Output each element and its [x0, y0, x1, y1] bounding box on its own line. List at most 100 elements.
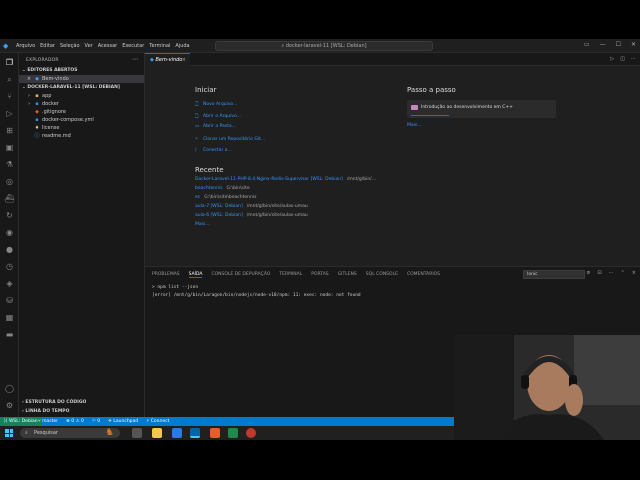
recent-item[interactable]: Docker-Laravel-11-PHP-8.4-Nginx-Redis-Su…	[195, 177, 376, 182]
close-panel-icon[interactable]: ×	[632, 270, 636, 276]
recent-item[interactable]: aula-7 [WSL: Debian]/mnt/g/bin/site/aula…	[195, 204, 308, 209]
menu-bar: Arquivo Editar Seleção Ver Acessar Execu…	[16, 43, 190, 49]
status-branch[interactable]: ⑂ master	[38, 417, 58, 426]
obs-app-icon[interactable]	[228, 428, 238, 438]
split-editor-icon[interactable]: ◫	[620, 56, 625, 62]
tab-terminal[interactable]: TERMINAL	[279, 272, 302, 278]
docker-icon[interactable]: ⛴	[4, 193, 15, 204]
command-center-search[interactable]: ⌕ docker-laravel-11 [WSL: Debian]	[215, 41, 433, 51]
status-launchpad[interactable]: ✈ Launchpad	[108, 417, 138, 426]
lock-icon[interactable]: ⊡	[597, 270, 601, 276]
maximize-icon[interactable]: ☐	[616, 41, 621, 48]
walkthrough-more-link[interactable]: Mais...	[407, 123, 422, 128]
more-actions-icon[interactable]: ⋯	[132, 56, 138, 63]
run-debug-icon[interactable]: ▷	[4, 108, 15, 119]
table-icon[interactable]: ▦	[4, 312, 15, 323]
panel-icon[interactable]: ▬	[4, 329, 15, 340]
menu-ver[interactable]: Ver	[85, 43, 93, 49]
remote-explorer-icon[interactable]: ▣	[4, 142, 15, 153]
open-folder-label: Abrir a Pasta...	[203, 124, 236, 129]
vscode-taskbar-icon[interactable]	[190, 428, 200, 438]
tab-welcome[interactable]: ◆ Bem-vindo ×	[145, 53, 190, 66]
extensions-icon[interactable]: ⊞	[4, 125, 15, 136]
shield-icon[interactable]: ◈	[4, 278, 15, 289]
browser-icon[interactable]	[172, 428, 182, 438]
project-header[interactable]: ⌄ DOCKER-LARAVEL-11 [WSL: DEBIAN]	[22, 85, 120, 90]
menu-terminal[interactable]: Terminal	[149, 43, 170, 49]
tree-item-docker[interactable]: › ▪ docker	[19, 100, 144, 108]
close-icon[interactable]: ×	[26, 75, 32, 83]
recent-item[interactable]: ec G:\bin\site\beachtennis	[195, 195, 256, 200]
more-actions-icon[interactable]: ⋯	[609, 270, 614, 276]
open-editor-item[interactable]: × ◆ Bem-vindo	[19, 75, 144, 83]
walkthrough-card[interactable]: Introdução ao desenvolvimento em C++	[407, 100, 556, 118]
task-view-icon[interactable]	[132, 428, 142, 438]
tree-item-readme[interactable]: ⓘ readme.md	[19, 132, 144, 140]
new-file-link[interactable]: 🗋 Novo Arquivo...	[195, 100, 237, 108]
status-ports[interactable]: ⚐ 0	[92, 417, 100, 426]
account-icon[interactable]: ◯	[4, 383, 15, 394]
database-icon[interactable]: ⛁	[4, 295, 15, 306]
status-connect[interactable]: ⚡ Connect	[146, 417, 169, 426]
recent-item[interactable]: beachtennis G:\bin\site	[195, 186, 250, 191]
tree-item-app[interactable]: › ▪ app	[19, 92, 144, 100]
ionic-icon[interactable]: ◉	[4, 227, 15, 238]
explorer-icon[interactable]: ❐	[4, 57, 15, 68]
tab-ports[interactable]: PORTAS	[311, 272, 328, 278]
open-file-link[interactable]: 🗋 Abrir o Arquivo...	[195, 112, 241, 120]
tab-comments[interactable]: COMENTÁRIOS	[407, 272, 440, 278]
source-control-icon[interactable]: ⑂	[4, 91, 15, 102]
tab-problems[interactable]: PROBLEMAS	[152, 272, 180, 278]
file-explorer-icon[interactable]	[152, 428, 162, 438]
timeline-icon[interactable]: ◷	[4, 261, 15, 272]
menu-selecao[interactable]: Seleção	[60, 43, 80, 49]
search-icon[interactable]: ⌕	[4, 74, 15, 85]
tree-item-docker-compose[interactable]: ▪ docker-compose.yml	[19, 116, 144, 124]
connect-to-link[interactable]: ⟩ Conectar a...	[195, 148, 232, 153]
live-share-icon[interactable]: ↻	[4, 210, 15, 221]
output-channel-select[interactable]: Ionic	[523, 270, 585, 279]
menu-executar[interactable]: Executar	[122, 43, 144, 49]
tab-sql-console[interactable]: SQL CONSOLE	[366, 272, 398, 278]
recent-item[interactable]: aula-6 [WSL: Debian]/mnt/g/bin/site/aula…	[195, 213, 308, 218]
tab-output[interactable]: SAÍDA	[188, 272, 203, 278]
tab-gitlens[interactable]: GITLENS	[338, 272, 357, 278]
minimize-icon[interactable]: —	[600, 41, 606, 48]
open-editors-header[interactable]: ⌄ EDITORES ABERTOS	[22, 68, 77, 73]
menu-ajuda[interactable]: Ajuda	[175, 43, 189, 49]
tree-item-gitignore[interactable]: ◆ .gitignore	[19, 108, 144, 116]
tree-item-label: app	[42, 93, 52, 99]
recent-title: Recente	[195, 166, 224, 174]
menu-acessar[interactable]: Acessar	[98, 43, 118, 49]
taskbar-search-label: Pesquisar	[34, 430, 58, 436]
open-folder-link[interactable]: ▭ Abrir a Pasta...	[195, 124, 236, 129]
tree-item-license[interactable]: ♦ license	[19, 124, 144, 132]
gear-icon[interactable]: ⚙	[4, 400, 15, 411]
layout-icon[interactable]: ▭	[584, 41, 590, 48]
menu-editar[interactable]: Editar	[40, 43, 55, 49]
close-tab-icon[interactable]: ×	[182, 54, 186, 66]
status-problems[interactable]: ⊗ 0 ⚠ 0	[66, 417, 84, 426]
testing-icon[interactable]: ⚗	[4, 159, 15, 170]
outline-header[interactable]: › ESTRUTURA DO CÓDIGO	[22, 400, 86, 405]
close-icon[interactable]: ✕	[631, 41, 636, 48]
terminal-app-icon[interactable]	[210, 428, 220, 438]
remote-label: WSL: Debian	[8, 419, 38, 424]
list-icon[interactable]: ≡	[586, 270, 590, 276]
maximize-panel-icon[interactable]: ⌃	[621, 270, 625, 276]
chrome-app-icon[interactable]	[246, 428, 256, 438]
deer-app-icon[interactable]: ♞	[105, 427, 119, 439]
clone-repo-link[interactable]: ⑂ Clonar um Repositório Git...	[195, 136, 265, 142]
recent-more-link[interactable]: Mais...	[195, 222, 210, 227]
timeline-header[interactable]: › LINHA DO TEMPO	[22, 409, 69, 414]
recent-path: /mnt/g/bin/...	[346, 177, 376, 182]
more-actions-icon[interactable]: ⋯	[631, 56, 636, 62]
windows-start-icon[interactable]	[5, 429, 13, 437]
remote-indicator[interactable]: ⟩⟨ WSL: Debian	[0, 417, 42, 426]
github-icon[interactable]: ●	[4, 244, 15, 255]
search-icon: ⌕	[25, 430, 28, 436]
run-icon[interactable]: ▷	[610, 56, 614, 62]
tab-debug-console[interactable]: CONSOLE DE DEPURAÇÃO	[211, 272, 270, 278]
gitlens-icon[interactable]: ◎	[4, 176, 15, 187]
menu-arquivo[interactable]: Arquivo	[16, 43, 35, 49]
